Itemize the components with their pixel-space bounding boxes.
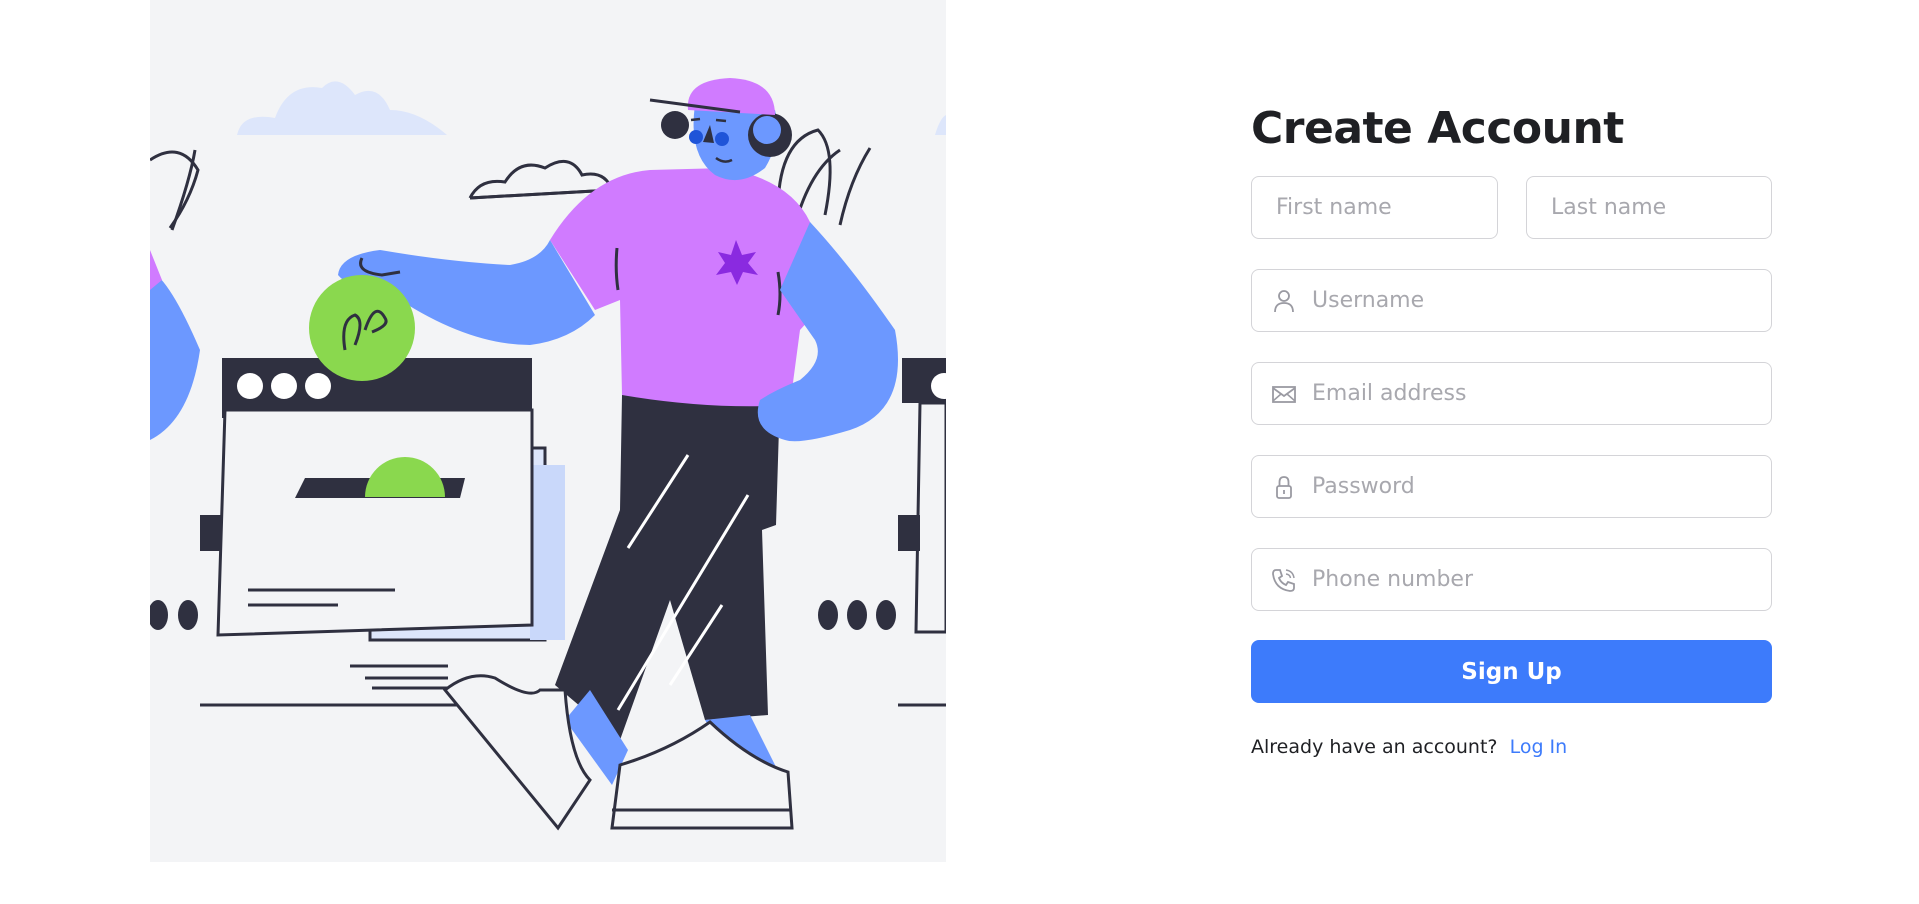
phone-field[interactable] <box>1251 548 1772 611</box>
user-icon <box>1270 287 1298 315</box>
first-name-field[interactable] <box>1251 176 1498 239</box>
first-name-input[interactable] <box>1252 195 1497 220</box>
login-prompt: Already have an account? Log In <box>1251 736 1567 758</box>
phone-icon <box>1270 566 1298 594</box>
login-prompt-text: Already have an account? <box>1251 736 1498 758</box>
signup-form: Create Account Sign Up Already have an a… <box>1251 100 1772 758</box>
page-title: Create Account <box>1251 103 1624 154</box>
log-in-link[interactable]: Log In <box>1510 736 1568 758</box>
person-with-coin-illustration <box>150 78 946 831</box>
password-field[interactable] <box>1251 455 1772 518</box>
password-input[interactable] <box>1312 474 1771 499</box>
hero-illustration <box>150 0 946 862</box>
envelope-icon <box>1270 380 1298 408</box>
username-field[interactable] <box>1251 269 1772 332</box>
email-field[interactable] <box>1251 362 1772 425</box>
sign-up-button[interactable]: Sign Up <box>1251 640 1772 703</box>
phone-input[interactable] <box>1312 567 1771 592</box>
lock-icon <box>1270 473 1298 501</box>
email-input[interactable] <box>1312 381 1771 406</box>
last-name-input[interactable] <box>1527 195 1771 220</box>
last-name-field[interactable] <box>1526 176 1772 239</box>
username-input[interactable] <box>1312 288 1771 313</box>
